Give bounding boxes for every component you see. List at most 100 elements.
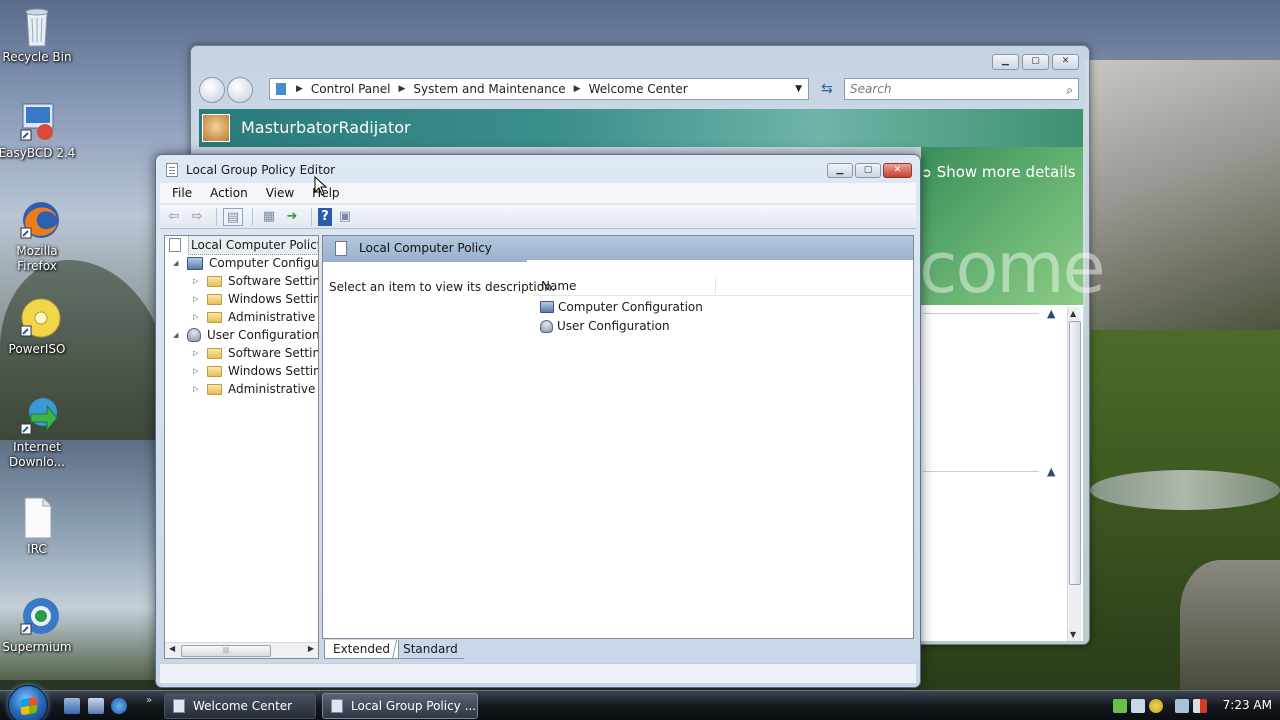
expand-icon[interactable]: ▷ [193, 362, 203, 380]
desktop-icon-recycle-bin[interactable]: Recycle Bin [0, 4, 77, 65]
forward-arrow-icon[interactable]: ⇨ [187, 208, 207, 226]
properties-icon[interactable]: ▦ [259, 208, 279, 226]
list-item[interactable]: User Configuration [540, 317, 670, 335]
welcome-watermark: come [919, 227, 1106, 309]
navigation-bar: ▶ Control Panel ▶ System and Maintenance… [199, 76, 1083, 104]
desktop-icon-firefox[interactable]: Mozilla Firefox [0, 198, 77, 274]
minimize-button[interactable]: ▁ [827, 163, 853, 178]
scrollbar-thumb[interactable]: ||| [181, 645, 271, 657]
breadcrumb-system-and-maintenance[interactable]: System and Maintenance [413, 82, 565, 96]
tray-poweriso-icon[interactable] [1149, 699, 1163, 713]
menu-bar: File Action View Help [160, 183, 916, 203]
details-pane: Local Computer Policy Select an item to … [322, 235, 914, 639]
folder-icon [207, 293, 222, 305]
column-header-name[interactable]: Name [541, 279, 576, 293]
computer-icon [540, 301, 554, 313]
taskbar-button-group-policy-editor[interactable]: Local Group Policy ... [322, 693, 478, 719]
show-hide-tree-icon[interactable]: ▤ [223, 207, 243, 226]
expand-icon[interactable]: ▷ [193, 308, 203, 326]
search-input[interactable]: Search ⌕ [844, 78, 1079, 100]
refresh-icon[interactable]: ⇆ [815, 78, 839, 100]
tree-item-user-configuration[interactable]: ◢ User Configuration [173, 326, 319, 344]
taskbar-button-welcome-center[interactable]: Welcome Center [164, 693, 316, 719]
tree-item-administrative-templates[interactable]: ▷ Administrative Te [193, 308, 318, 326]
breadcrumb-welcome-center[interactable]: Welcome Center [589, 82, 688, 96]
collapse-icon[interactable]: ◢ [173, 326, 183, 344]
expand-icon[interactable]: ▷ [193, 344, 203, 362]
desktop-icon-poweriso[interactable]: PowerISO [0, 296, 77, 357]
start-button[interactable] [8, 685, 48, 720]
chevron-up-icon[interactable]: ▲ [1047, 307, 1055, 320]
users-icon [187, 328, 201, 342]
close-button[interactable]: ✕ [1052, 54, 1079, 70]
scroll-left-icon[interactable]: ◀ [169, 644, 175, 653]
desktop-icon-supermium[interactable]: Supermium [0, 594, 77, 655]
tree-item-windows-settings[interactable]: ▷ Windows Setting [193, 290, 318, 308]
tray-monitor-icon[interactable] [1175, 699, 1189, 713]
window-title: Local Group Policy Editor [186, 163, 336, 177]
list-item[interactable]: Computer Configuration [540, 298, 703, 316]
tree-item-software-settings[interactable]: ▷ Software Settings [193, 344, 318, 362]
maximize-button[interactable]: ▢ [855, 163, 881, 178]
search-placeholder: Search [850, 82, 892, 96]
chevron-right-icon: ▶ [398, 84, 406, 94]
minimize-button[interactable]: ▁ [992, 54, 1019, 70]
show-desktop-icon[interactable] [64, 698, 80, 714]
tab-extended[interactable]: Extended [324, 640, 399, 659]
policy-document-icon [331, 699, 343, 713]
show-hide-action-pane-icon[interactable]: ▣ [335, 208, 355, 226]
chevron-up-icon[interactable]: ▲ [1047, 465, 1055, 478]
tree-item-local-computer-policy[interactable]: Local Computer Policy [169, 236, 318, 255]
forward-button[interactable] [227, 77, 253, 103]
policy-document-icon [169, 238, 181, 252]
scroll-down-icon[interactable]: ▼ [1070, 630, 1076, 639]
tree-item-computer-configuration[interactable]: ◢ Computer Configura [173, 254, 318, 272]
console-tree[interactable]: Local Computer Policy ◢ Computer Configu… [164, 235, 319, 659]
help-icon[interactable]: ? [318, 207, 332, 226]
tab-standard[interactable]: Standard [391, 640, 468, 659]
control-panel-icon [276, 83, 286, 95]
tray-volume-muted-icon[interactable] [1193, 699, 1207, 713]
maximize-button[interactable]: ▢ [1022, 54, 1049, 70]
desktop-icon-internet-download-manager[interactable]: Internet Downlo... [0, 394, 77, 470]
vertical-scrollbar[interactable]: ▲ ▼ [1067, 307, 1081, 641]
avatar[interactable] [202, 114, 230, 142]
scroll-right-icon[interactable]: ▶ [308, 644, 314, 653]
close-button[interactable]: ✕ [883, 163, 912, 178]
tree-item-administrative-templates[interactable]: ▷ Administrative Te [193, 380, 318, 398]
expand-icon[interactable]: ▷ [193, 380, 203, 398]
firefox-icon [17, 198, 59, 242]
scroll-up-icon[interactable]: ▲ [1070, 309, 1076, 318]
tray-device-icon[interactable] [1131, 699, 1145, 713]
chevron-down-icon[interactable]: ▼ [795, 84, 802, 94]
expand-icon[interactable]: ▷ [193, 272, 203, 290]
tray-network-icon[interactable] [1113, 699, 1127, 713]
group-policy-editor-window[interactable]: Local Group Policy Editor ▁ ▢ ✕ File Act… [155, 154, 921, 688]
quick-launch-chevron-icon[interactable]: » [146, 695, 152, 706]
desktop-icon-easybcd[interactable]: EasyBCD 2.4 [0, 100, 77, 161]
tree-item-label: User Configuration [207, 328, 319, 342]
folder-icon [207, 311, 222, 323]
address-bar[interactable]: ▶ Control Panel ▶ System and Maintenance… [269, 78, 809, 100]
desktop-icon-irc[interactable]: IRC [0, 496, 77, 557]
export-list-icon[interactable]: ➜ [282, 208, 302, 226]
menu-action[interactable]: Action [198, 186, 254, 200]
scrollbar-thumb[interactable] [1069, 321, 1081, 585]
clock[interactable]: 7:23 AM [1223, 698, 1272, 712]
menu-view[interactable]: View [254, 186, 300, 200]
switch-windows-icon[interactable] [88, 698, 104, 714]
internet-explorer-icon[interactable] [111, 698, 127, 714]
back-button[interactable] [199, 77, 225, 103]
breadcrumb-control-panel[interactable]: Control Panel [311, 82, 391, 96]
back-arrow-icon[interactable]: ⇦ [164, 208, 184, 226]
column-divider[interactable] [715, 278, 716, 294]
menu-file[interactable]: File [160, 186, 198, 200]
description-text: Select an item to view its description. [329, 280, 556, 294]
collapse-icon[interactable]: ◢ [173, 254, 183, 272]
tree-item-software-settings[interactable]: ▷ Software Settings [193, 272, 318, 290]
horizontal-scrollbar[interactable]: ◀ ||| ▶ [165, 642, 318, 658]
search-icon[interactable]: ⌕ [1066, 80, 1073, 100]
tree-item-windows-settings[interactable]: ▷ Windows Setting [193, 362, 318, 380]
expand-icon[interactable]: ▷ [193, 290, 203, 308]
show-more-details-link[interactable]: ➲ Show more details [921, 163, 1076, 181]
